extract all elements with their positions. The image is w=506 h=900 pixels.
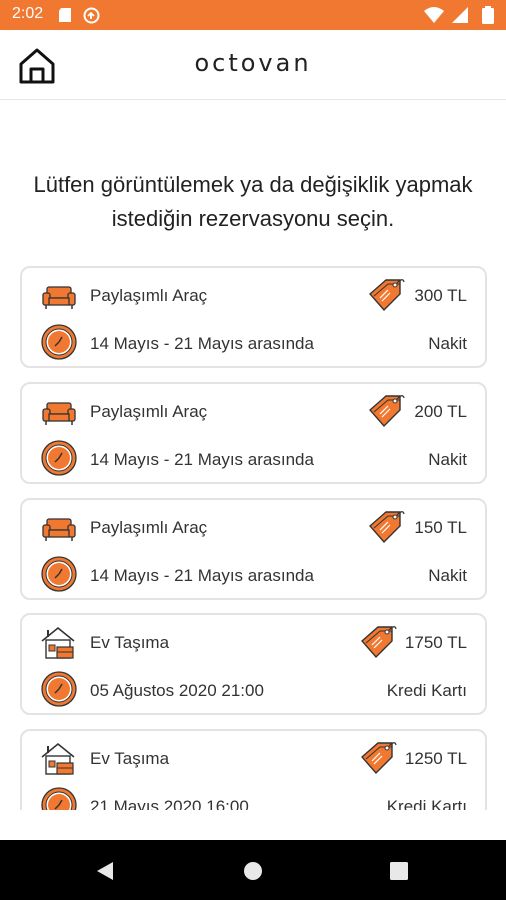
wifi-icon	[424, 7, 444, 23]
payment-method: Kredi Kartı	[386, 681, 467, 700]
status-bar: 2:02	[0, 0, 506, 30]
payment-method: Nakit	[428, 450, 467, 469]
reservation-list[interactable]: Paylaşımlı Araç 300 TL 14 Mayıs - 21 May…	[0, 262, 506, 810]
clock-icon	[41, 671, 77, 707]
signal-icon	[452, 7, 468, 23]
clock-icon	[41, 324, 77, 360]
service-type: Paylaşımlı Araç	[90, 518, 208, 537]
sofa-icon	[42, 518, 76, 541]
reservation-card[interactable]: Paylaşımlı Araç 200 TL 14 Mayıs - 21 May…	[20, 382, 487, 484]
payment-method: Nakit	[428, 334, 467, 353]
price-tag-icon	[369, 279, 405, 312]
clock-icon	[41, 787, 77, 810]
clock-icon	[41, 440, 77, 476]
clock-icon	[41, 556, 77, 592]
payment-method: Nakit	[428, 566, 467, 585]
price: 200 TL	[414, 402, 467, 421]
sofa-icon	[42, 286, 76, 309]
service-type: Paylaşımlı Araç	[90, 402, 208, 421]
service-type: Paylaşımlı Araç	[90, 286, 208, 305]
back-icon[interactable]	[96, 861, 114, 881]
reservation-date: 05 Ağustos 2020 21:00	[90, 681, 264, 700]
price-tag-icon	[361, 742, 397, 775]
recents-icon[interactable]	[390, 862, 408, 880]
sofa-icon	[42, 402, 76, 425]
circle-app-icon	[83, 7, 100, 24]
price-tag-icon	[369, 395, 405, 428]
price: 1250 TL	[404, 749, 467, 768]
reservation-card[interactable]: Paylaşımlı Araç 150 TL 14 Mayıs - 21 May…	[20, 498, 487, 600]
reservation-card[interactable]: Paylaşımlı Araç 300 TL 14 Mayıs - 21 May…	[20, 266, 487, 368]
price-tag-icon	[361, 626, 397, 659]
system-nav-bar	[0, 840, 506, 900]
reservation-date: 14 Mayıs - 21 Mayıs arasında	[90, 334, 314, 353]
house-icon	[41, 742, 75, 775]
service-type: Ev Taşıma	[90, 749, 170, 768]
sd-card-icon	[59, 8, 71, 22]
reservation-date: 14 Mayıs - 21 Mayıs arasında	[90, 450, 314, 469]
house-icon	[41, 626, 75, 659]
status-time: 2:02	[12, 5, 44, 22]
battery-icon	[482, 6, 494, 24]
brand-logo: octovan	[194, 49, 312, 77]
price-tag-icon	[369, 511, 405, 544]
service-type: Ev Taşıma	[90, 633, 170, 652]
payment-method: Kredi Kartı	[386, 797, 467, 810]
reservation-date: 21 Mayıs 2020 16:00	[90, 797, 249, 810]
page-prompt: Lütfen görüntülemek ya da değişiklik yap…	[33, 172, 473, 231]
price: 1750 TL	[404, 633, 467, 652]
reservation-card[interactable]: Ev Taşıma 1250 TL 21 Mayıs 2020 16:00 Kr…	[20, 729, 487, 810]
reservation-card[interactable]: Ev Taşıma 1750 TL 05 Ağustos 2020 21:00 …	[20, 613, 487, 715]
price: 300 TL	[414, 286, 467, 305]
app-header: octovan	[0, 30, 506, 100]
price: 150 TL	[414, 518, 467, 537]
reservation-date: 14 Mayıs - 21 Mayıs arasında	[90, 566, 314, 585]
home-circle-icon[interactable]	[243, 861, 263, 881]
